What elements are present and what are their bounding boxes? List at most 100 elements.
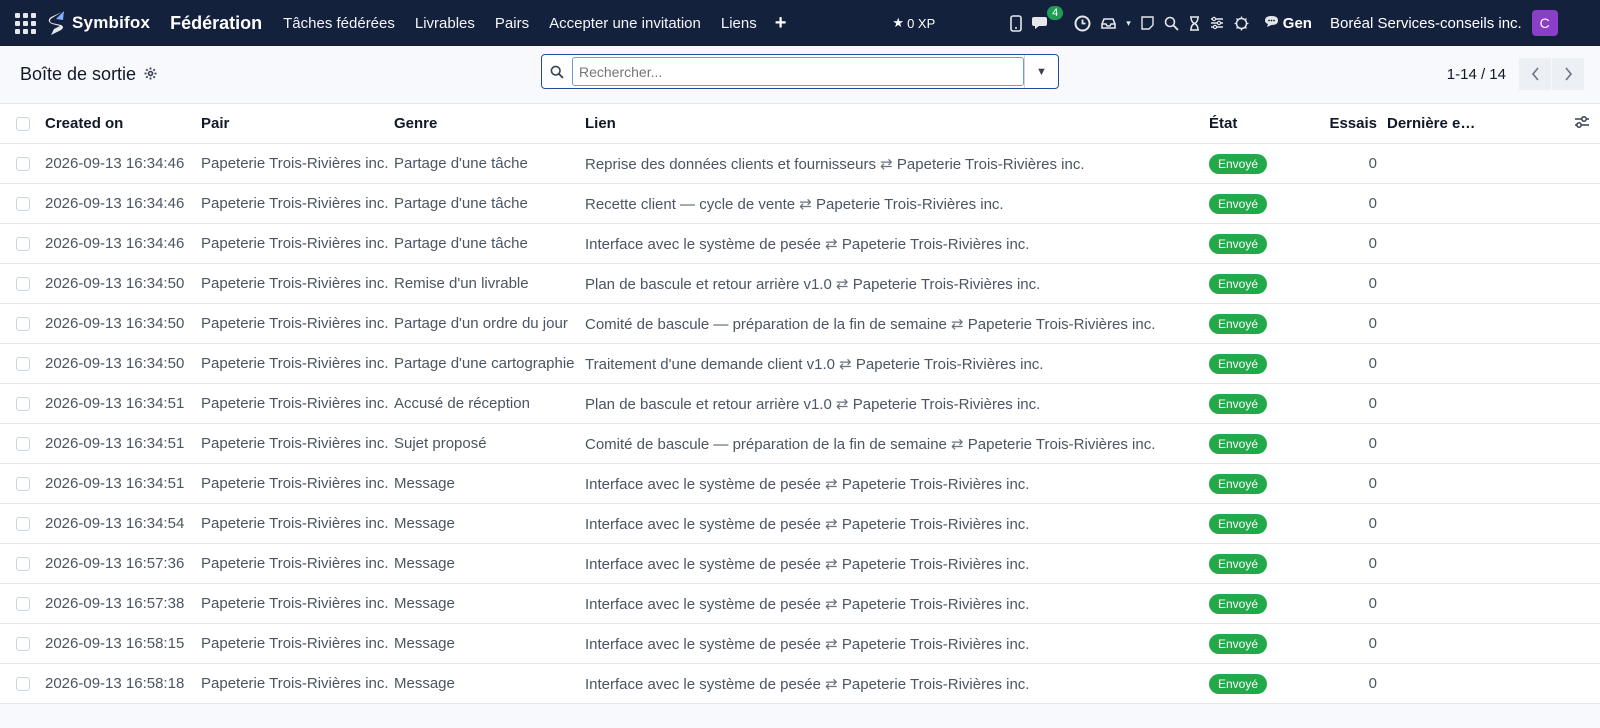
chat-icon[interactable]: 4 (1032, 6, 1064, 34)
cell-genre: Message (394, 475, 455, 492)
lien-target: Papeterie Trois-Rivières inc. (967, 315, 1156, 333)
table-row[interactable]: 2026-09-13 16:34:50 Papeterie Trois-Riviè… (0, 264, 1600, 304)
header-lien[interactable]: Lien (585, 115, 1209, 132)
table-row[interactable]: 2026-09-13 16:34:50 Papeterie Trois-Riviè… (0, 304, 1600, 344)
table-row[interactable]: 2026-09-13 16:57:38 Papeterie Trois-Riviè… (0, 584, 1600, 624)
table-row[interactable]: 2026-09-13 16:58:15 Papeterie Trois-Riviè… (0, 624, 1600, 664)
row-checkbox[interactable] (15, 236, 30, 251)
row-checkbox[interactable] (15, 636, 30, 651)
table-row[interactable]: 2026-09-13 16:34:51 Papeterie Trois-Riviè… (0, 384, 1600, 424)
header-genre[interactable]: Genre (394, 115, 585, 132)
row-select-cell (0, 276, 45, 291)
cell-created-on: 2026-09-13 16:34:50 (45, 355, 185, 372)
cell-lien: Interface avec le système de pesée ⇄ Pap… (585, 675, 1209, 693)
cell-genre: Remise d'un livrable (394, 275, 529, 292)
gen-chat-button[interactable]: Gen (1264, 15, 1312, 32)
cell-lien: Interface avec le système de pesée ⇄ Pap… (585, 595, 1209, 613)
apps-menu-icon[interactable] (14, 12, 36, 34)
app-title[interactable]: Fédération (170, 13, 262, 34)
inbox-icon[interactable] (1101, 12, 1117, 34)
table-row[interactable]: 2026-09-13 16:34:46 Papeterie Trois-Riviè… (0, 184, 1600, 224)
search-icon[interactable] (1164, 12, 1179, 34)
header-created-on[interactable]: Created on (45, 115, 201, 132)
header-etat[interactable]: État (1209, 115, 1319, 132)
row-checkbox[interactable] (15, 476, 30, 491)
cell-essais: 0 (1368, 195, 1377, 212)
lien-target: Papeterie Trois-Rivières inc. (855, 355, 1044, 373)
nav-item-livrables[interactable]: Livrables (415, 15, 475, 32)
clock-icon[interactable] (1074, 12, 1091, 34)
table-row[interactable]: 2026-09-13 16:57:36 Papeterie Trois-Riviè… (0, 544, 1600, 584)
nav-item-taches-federees[interactable]: Tâches fédérées (283, 15, 395, 32)
cell-etat: Envoyé (1209, 593, 1319, 614)
bug-icon[interactable] (1234, 12, 1249, 34)
row-checkbox[interactable] (15, 276, 30, 291)
cell-etat: Envoyé (1209, 273, 1319, 294)
row-checkbox[interactable] (15, 156, 30, 171)
row-checkbox[interactable] (15, 676, 30, 691)
cell-pair: Papeterie Trois-Rivières inc. (201, 435, 389, 452)
cell-lien: Reprise des données clients et fournisse… (585, 155, 1209, 173)
search-options-toggle[interactable]: ▼ (1024, 55, 1058, 88)
xp-counter[interactable]: ★ 0 XP (892, 15, 935, 31)
cell-genre: Partage d'une cartographie (394, 355, 575, 372)
user-avatar[interactable]: C (1531, 10, 1558, 36)
cell-essais: 0 (1368, 475, 1377, 492)
search-icon[interactable] (542, 65, 572, 79)
table-row[interactable]: 2026-09-13 16:34:46 Papeterie Trois-Riviè… (0, 144, 1600, 184)
nav-item-liens[interactable]: Liens (721, 15, 757, 32)
table-row[interactable]: 2026-09-13 16:34:50 Papeterie Trois-Riviè… (0, 344, 1600, 384)
sliders-icon[interactable] (1210, 12, 1224, 34)
row-checkbox[interactable] (15, 196, 30, 211)
row-checkbox[interactable] (15, 596, 30, 611)
row-select-cell (0, 196, 45, 211)
select-all-checkbox[interactable] (15, 116, 30, 131)
header-derniere-erreur[interactable]: Dernière er… (1377, 115, 1477, 132)
cell-created-on: 2026-09-13 16:34:51 (45, 475, 185, 492)
link-arrows-icon: ⇄ (799, 195, 812, 213)
cell-genre: Partage d'un ordre du jour (394, 315, 568, 332)
nav-item-pairs[interactable]: Pairs (495, 15, 529, 32)
brand-logo[interactable]: Symbifox (46, 10, 150, 36)
table-row[interactable]: 2026-09-13 16:34:46 Papeterie Trois-Riviè… (0, 224, 1600, 264)
nav-item-accepter-invitation[interactable]: Accepter une invitation (549, 15, 701, 32)
cell-pair: Papeterie Trois-Rivières inc. (201, 555, 389, 572)
header-pair[interactable]: Pair (201, 115, 394, 132)
header-essais[interactable]: Essais (1319, 115, 1377, 132)
breadcrumb: Boîte de sortie (20, 64, 157, 85)
caret-down-icon[interactable]: ▾ (1126, 12, 1131, 34)
row-checkbox[interactable] (15, 556, 30, 571)
note-icon[interactable] (1141, 12, 1154, 34)
top-navbar: Symbifox Fédération Tâches fédérées Livr… (0, 0, 1600, 46)
cell-pair: Papeterie Trois-Rivières inc. (201, 475, 389, 492)
nav-add-icon[interactable]: + (775, 12, 787, 35)
hourglass-icon[interactable] (1189, 12, 1200, 34)
cell-etat: Envoyé (1209, 513, 1319, 534)
table-row[interactable]: 2026-09-13 16:58:18 Papeterie Trois-Riviè… (0, 664, 1600, 704)
row-checkbox[interactable] (15, 316, 30, 331)
table-row[interactable]: 2026-09-13 16:34:54 Papeterie Trois-Riviè… (0, 504, 1600, 544)
row-select-cell (0, 636, 45, 651)
cell-created-on: 2026-09-13 16:58:18 (45, 675, 185, 692)
column-settings-icon[interactable] (1574, 115, 1590, 133)
row-checkbox[interactable] (15, 516, 30, 531)
lien-source: Interface avec le système de pesée (585, 635, 821, 653)
speech-bubble-icon (1264, 15, 1279, 31)
pager-next-button[interactable] (1552, 58, 1584, 90)
company-switcher[interactable]: Boréal Services-conseils inc. (1330, 15, 1522, 32)
search-input[interactable] (572, 57, 1024, 86)
pager-previous-button[interactable] (1519, 58, 1551, 90)
row-checkbox[interactable] (15, 436, 30, 451)
cell-etat: Envoyé (1209, 313, 1319, 334)
search-bar: ▼ (541, 54, 1059, 89)
table-row[interactable]: 2026-09-13 16:34:51 Papeterie Trois-Riviè… (0, 424, 1600, 464)
link-arrows-icon: ⇄ (825, 235, 838, 253)
gear-icon[interactable] (144, 67, 157, 83)
pager-value[interactable]: 1-14 / 14 (1447, 66, 1506, 83)
table-row[interactable]: 2026-09-13 16:34:51 Papeterie Trois-Riviè… (0, 464, 1600, 504)
chat-count-badge: 4 (1047, 6, 1064, 20)
row-checkbox[interactable] (15, 396, 30, 411)
mobile-icon[interactable] (1010, 12, 1023, 34)
table-body: 2026-09-13 16:34:46 Papeterie Trois-Riviè… (0, 144, 1600, 704)
row-checkbox[interactable] (15, 356, 30, 371)
